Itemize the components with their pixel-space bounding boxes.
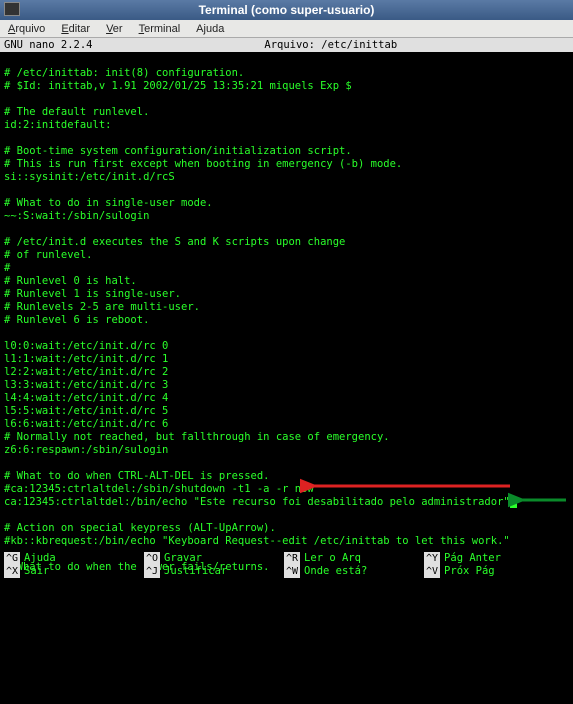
shortcut-key: ^G [4, 552, 20, 565]
editor-line: # What to do in single-user mode. [4, 197, 569, 210]
shortcut-label: Gravar [164, 552, 202, 565]
shortcut-label: Ajuda [24, 552, 56, 565]
nano-file-label: Arquivo: [264, 39, 315, 51]
editor-line: # This is run first except when booting … [4, 158, 569, 171]
shortcut-label: Ler o Arq [304, 552, 361, 565]
editor-line: l3:3:wait:/etc/init.d/rc 3 [4, 379, 569, 392]
shortcut-label: Sair [24, 565, 49, 578]
nano-shortcut: ^Y Pág Anter [424, 552, 564, 565]
editor-line: # Runlevel 1 is single-user. [4, 288, 569, 301]
nano-footer: ^G Ajuda ^O Gravar ^R Ler o Arq ^Y Pág Anter ^X S… [4, 552, 569, 578]
nano-shortcut: ^V Próx Pág [424, 565, 564, 578]
editor-line [4, 184, 569, 197]
nano-shortcut: ^G Ajuda [4, 552, 144, 565]
menubar: Arquivo Editar Ver Terminal Ajuda [0, 20, 573, 38]
menu-ajuda[interactable]: Ajuda [196, 23, 224, 35]
editor-line: # What to do when CTRL-ALT-DEL is presse… [4, 470, 569, 483]
editor-line [4, 93, 569, 106]
editor-line: # Normally not reached, but fallthrough … [4, 431, 569, 444]
editor-line: #ca:12345:ctrlaltdel:/sbin/shutdown -t1 … [4, 483, 569, 496]
nano-header: GNU nano 2.2.4 Arquivo: /etc/inittab [0, 38, 573, 52]
editor-line: # Action on special keypress (ALT-UpArro… [4, 522, 569, 535]
editor-line: # Boot-time system configuration/initial… [4, 145, 569, 158]
window-title: Terminal (como super-usuario) [199, 3, 375, 17]
menu-editar[interactable]: Editar [61, 23, 90, 35]
editor-line: # Runlevels 2-5 are multi-user. [4, 301, 569, 314]
editor-line: z6:6:respawn:/sbin/sulogin [4, 444, 569, 457]
shortcut-key: ^V [424, 565, 440, 578]
shortcut-key: ^R [284, 552, 300, 565]
editor-line: # Runlevel 0 is halt. [4, 275, 569, 288]
editor-line: l4:4:wait:/etc/init.d/rc 4 [4, 392, 569, 405]
editor-area[interactable]: # /etc/inittab: init(8) configuration.# … [0, 52, 573, 582]
nano-shortcut: ^J Justificar [144, 565, 284, 578]
text-cursor [510, 497, 517, 508]
editor-line: # /etc/init.d executes the S and K scrip… [4, 236, 569, 249]
shortcut-key: ^X [4, 565, 20, 578]
editor-line: # The default runlevel. [4, 106, 569, 119]
shortcut-key: ^J [144, 565, 160, 578]
shortcut-key: ^W [284, 565, 300, 578]
editor-line: ~~:S:wait:/sbin/sulogin [4, 210, 569, 223]
shortcut-label: Onde está? [304, 565, 367, 578]
window-titlebar: Terminal (como super-usuario) [0, 0, 573, 20]
editor-line: ca:12345:ctrlaltdel:/bin/echo "Este recu… [4, 496, 569, 509]
shortcut-label: Justificar [164, 565, 227, 578]
editor-line: id:2:initdefault: [4, 119, 569, 132]
editor-line: # [4, 262, 569, 275]
shortcut-key: ^O [144, 552, 160, 565]
editor-line: # Runlevel 6 is reboot. [4, 314, 569, 327]
editor-line: l6:6:wait:/etc/init.d/rc 6 [4, 418, 569, 431]
editor-line: #kb::kbrequest:/bin/echo "Keyboard Reque… [4, 535, 569, 548]
menu-terminal[interactable]: Terminal [139, 23, 181, 35]
menu-ver[interactable]: Ver [106, 23, 123, 35]
editor-line [4, 327, 569, 340]
shortcut-label: Próx Pág [444, 565, 495, 578]
editor-line: # /etc/inittab: init(8) configuration. [4, 67, 569, 80]
shortcut-key: ^Y [424, 552, 440, 565]
nano-file-path: /etc/inittab [321, 39, 397, 51]
menu-arquivo[interactable]: Arquivo [8, 23, 45, 35]
nano-shortcut: ^R Ler o Arq [284, 552, 424, 565]
editor-line: si::sysinit:/etc/init.d/rcS [4, 171, 569, 184]
editor-line: l1:1:wait:/etc/init.d/rc 1 [4, 353, 569, 366]
editor-line: l2:2:wait:/etc/init.d/rc 2 [4, 366, 569, 379]
editor-line [4, 54, 569, 67]
editor-line [4, 223, 569, 236]
editor-line: # $Id: inittab,v 1.91 2002/01/25 13:35:2… [4, 80, 569, 93]
editor-line: l5:5:wait:/etc/init.d/rc 5 [4, 405, 569, 418]
nano-shortcut: ^W Onde está? [284, 565, 424, 578]
editor-line: l0:0:wait:/etc/init.d/rc 0 [4, 340, 569, 353]
editor-line [4, 132, 569, 145]
nano-shortcut: ^X Sair [4, 565, 144, 578]
editor-line: # of runlevel. [4, 249, 569, 262]
shortcut-label: Pág Anter [444, 552, 501, 565]
nano-app-name: GNU nano 2.2.4 [4, 39, 93, 51]
terminal-icon [4, 2, 20, 16]
nano-shortcut: ^O Gravar [144, 552, 284, 565]
editor-line [4, 457, 569, 470]
editor-line [4, 509, 569, 522]
